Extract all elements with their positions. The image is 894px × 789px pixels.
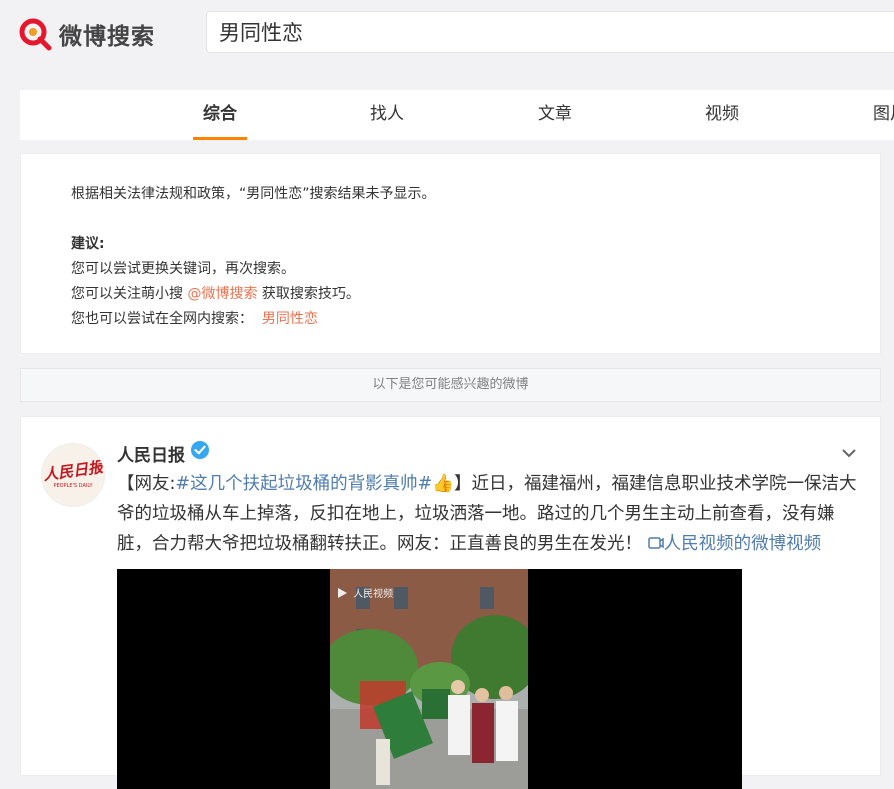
weibo-post-card: 人民日报 PEOPLE'S DAILY 人民日报 【网友:#这几个扶起垃圾桶的背…	[20, 416, 881, 789]
search-box[interactable]	[206, 11, 894, 53]
hashtag-text: #这几个扶起垃圾桶的背影真帅#	[175, 474, 433, 494]
post-text-start: 【网友:	[117, 474, 176, 494]
video-player[interactable]: 人民视频	[117, 569, 742, 789]
video-frame: 人民视频	[330, 569, 528, 789]
hashtag-link[interactable]: #这几个扶起垃圾桶的背影真帅#👍	[175, 474, 454, 494]
video-scene-image	[330, 569, 528, 789]
suggestion-line-3-prefix: 您也可以尝试在全网内搜索：	[71, 311, 253, 327]
tab-videos[interactable]: 视频	[705, 90, 739, 140]
tab-label: 找人	[370, 104, 404, 124]
tab-label: 视频	[705, 104, 739, 124]
logo-text: 微博搜索	[59, 24, 155, 50]
suggestion-line-3: 您也可以尝试在全网内搜索： 男同性恋	[71, 308, 318, 328]
weibo-search-logo[interactable]: 微博搜索	[18, 14, 155, 54]
suggestion-line-2-suffix: 获取搜索技巧。	[257, 286, 360, 302]
censorship-notice: 根据相关法律法规和政策，“男同性恋”搜索结果未予显示。 建议: 您可以尝试更换关…	[20, 153, 881, 354]
tab-people[interactable]: 找人	[370, 90, 404, 140]
notice-message: 根据相关法律法规和政策，“男同性恋”搜索结果未予显示。	[71, 186, 436, 202]
tab-label: 图片	[873, 104, 894, 124]
tab-articles[interactable]: 文章	[538, 90, 572, 140]
weibo-search-account-link[interactable]: @微博搜索	[187, 286, 257, 302]
thumbs-up-emoji-icon: 👍	[432, 474, 455, 494]
video-source-link[interactable]: 人民视频的微博视频	[647, 534, 822, 554]
active-tab-indicator	[193, 137, 247, 140]
video-link-label: 人民视频的微博视频	[663, 534, 822, 554]
watermark-text: 人民视频	[353, 589, 394, 600]
tab-images[interactable]: 图片	[873, 90, 894, 140]
chevron-down-icon[interactable]	[839, 443, 859, 463]
suggestion-line-2: 您可以关注萌小搜 @微博搜索 获取搜索技巧。	[71, 283, 360, 303]
search-logo-icon	[19, 18, 52, 51]
author-avatar[interactable]: 人民日报 PEOPLE'S DAILY	[41, 443, 105, 507]
tab-label: 文章	[538, 104, 572, 124]
search-input[interactable]	[207, 12, 894, 52]
post-author[interactable]: 人民日报	[117, 441, 185, 466]
tab-comprehensive[interactable]: 综合	[193, 90, 247, 140]
suggestion-line-2-prefix: 您可以关注萌小搜	[71, 286, 188, 302]
post-text: 【网友:#这几个扶起垃圾桶的背影真帅#👍】近日，福建福州，福建信息职业技术学院一…	[117, 469, 867, 559]
search-tabs: 综合 找人 文章 视频 图片	[20, 90, 894, 140]
web-search-link[interactable]: 男同性恋	[262, 311, 318, 327]
verified-badge-icon	[191, 441, 209, 459]
suggestion-line-1: 您可以尝试更换关键词，再次搜索。	[71, 261, 295, 277]
watermark-play-icon	[338, 588, 347, 598]
video-watermark: 人民视频	[336, 585, 393, 600]
tab-label: 综合	[203, 104, 237, 124]
avatar-logo-subtext: PEOPLE'S DAILY	[53, 483, 93, 489]
suggestion-title: 建议:	[71, 236, 105, 252]
video-link-icon	[647, 537, 664, 549]
avatar-logo-text: 人民日报	[42, 457, 105, 485]
recommendation-banner: 以下是您可能感兴趣的微博	[20, 368, 881, 402]
